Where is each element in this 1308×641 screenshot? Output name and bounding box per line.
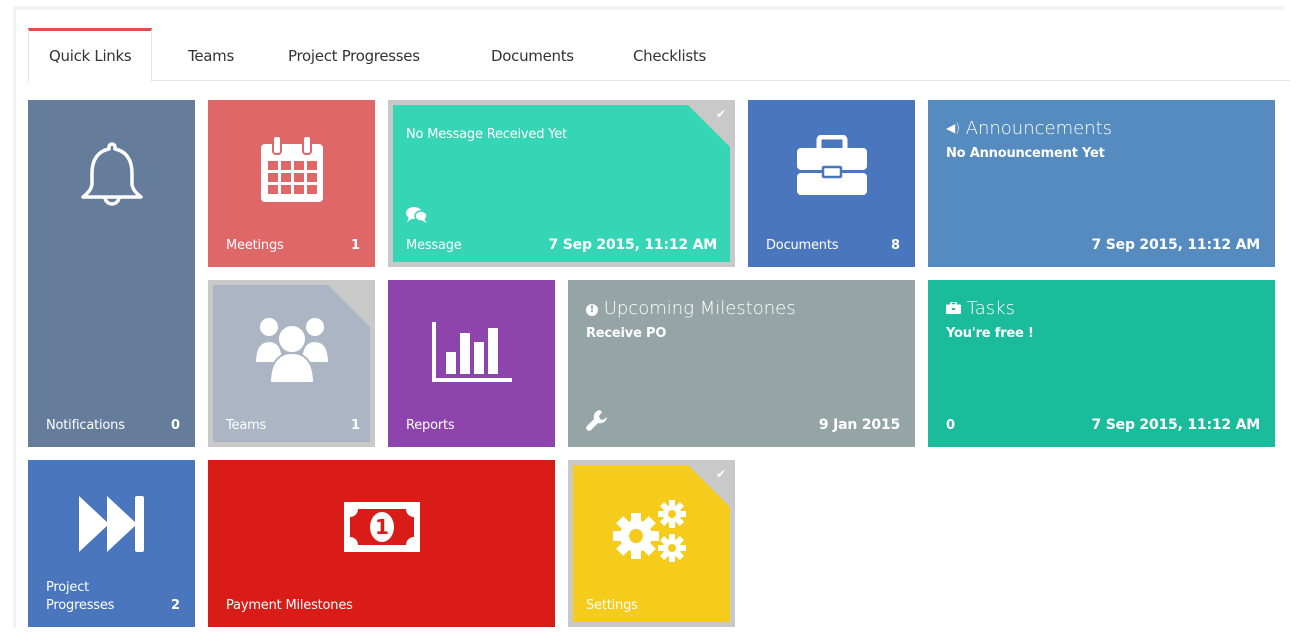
bar-chart-icon: [431, 322, 512, 386]
check-icon: ✔: [715, 467, 726, 481]
tasks-subtitle: You're free !: [946, 326, 1034, 341]
milestones-date: 9 Jan 2015: [818, 417, 900, 433]
project-progresses-tile[interactable]: Project Progresses 2: [28, 460, 195, 627]
message-label: Message: [406, 238, 462, 253]
announcements-subtitle: No Announcement Yet: [946, 146, 1105, 161]
milestones-title: ! Upcoming Milestones: [586, 298, 796, 319]
announcements-date: 7 Sep 2015, 11:12 AM: [1091, 237, 1261, 253]
announcements-title: ◀) Announcements: [946, 118, 1112, 139]
documents-label: Documents: [766, 238, 839, 253]
notifications-label: Notifications: [46, 418, 125, 433]
documents-tile[interactable]: Documents 8: [748, 100, 915, 267]
upcoming-milestones-tile[interactable]: ! Upcoming Milestones Receive PO 9 Jan 2…: [568, 280, 915, 447]
reports-label: Reports: [406, 418, 455, 433]
folded-corner: [328, 285, 370, 327]
tasks-date: 7 Sep 2015, 11:12 AM: [1091, 417, 1261, 433]
fast-forward-icon: [77, 494, 147, 558]
documents-count: 8: [890, 238, 900, 253]
tab-project-progresses[interactable]: Project Progresses: [268, 28, 440, 81]
frame-top-border: [13, 6, 1284, 10]
tasks-title-text: Tasks: [966, 298, 1015, 319]
meetings-tile[interactable]: Meetings 1: [208, 100, 375, 267]
message-date: 7 Sep 2015, 11:12 AM: [548, 237, 718, 253]
tasks-count: 0: [946, 418, 955, 433]
teams-tile[interactable]: Teams 1: [208, 280, 375, 447]
teams-count: 1: [350, 418, 360, 433]
calendar-icon: [259, 134, 325, 208]
notifications-tile[interactable]: Notifications 0: [28, 100, 195, 447]
volume-icon: ◀): [946, 121, 960, 135]
announcements-title-text: Announcements: [965, 118, 1113, 139]
reports-tile[interactable]: Reports: [388, 280, 555, 447]
tasks-title: Tasks: [946, 298, 1015, 319]
check-icon: ✔: [715, 107, 726, 121]
message-tile[interactable]: ✔ No Message Received Yet Message 7 Sep …: [388, 100, 735, 267]
frame-left-border: [13, 6, 16, 628]
settings-tile[interactable]: ✔ Settings: [568, 460, 735, 627]
notifications-count: 0: [170, 418, 180, 433]
milestones-title-text: Upcoming Milestones: [603, 298, 796, 319]
tab-quick-links[interactable]: Quick Links: [28, 28, 153, 82]
briefcase-icon: [795, 134, 869, 201]
milestones-subtitle: Receive PO: [586, 326, 667, 341]
tasks-tile[interactable]: Tasks You're free ! 0 7 Sep 2015, 11:12 …: [928, 280, 1275, 447]
project-progresses-label-line1: Project: [46, 580, 90, 595]
teams-label: Teams: [226, 418, 267, 433]
users-icon: [253, 315, 331, 391]
tab-checklists[interactable]: Checklists: [613, 28, 726, 81]
tab-teams[interactable]: Teams: [168, 28, 254, 81]
message-title: No Message Received Yet: [406, 127, 567, 142]
announcements-tile[interactable]: ◀) Announcements No Announcement Yet 7 S…: [928, 100, 1275, 267]
settings-label: Settings: [586, 598, 638, 613]
briefcase-small-icon: [946, 298, 961, 319]
payment-milestones-tile[interactable]: 1 Payment Milestones: [208, 460, 555, 627]
payment-milestones-label: Payment Milestones: [226, 598, 353, 613]
gears-icon: [612, 498, 692, 568]
tab-documents[interactable]: Documents: [471, 28, 594, 81]
project-progresses-count: 2: [170, 598, 180, 613]
meetings-count: 1: [350, 238, 360, 253]
money-icon: 1: [343, 502, 420, 556]
exclamation-circle-icon: !: [586, 304, 598, 316]
project-progresses-label-line2: Progresses: [46, 598, 115, 613]
comments-icon: [406, 206, 428, 228]
tab-bar: Quick Links Teams Project Progresses Doc…: [28, 28, 1290, 82]
meetings-label: Meetings: [226, 238, 284, 253]
svg-text:1: 1: [375, 515, 389, 539]
bell-icon: [79, 140, 145, 214]
wrench-icon: [586, 409, 608, 435]
